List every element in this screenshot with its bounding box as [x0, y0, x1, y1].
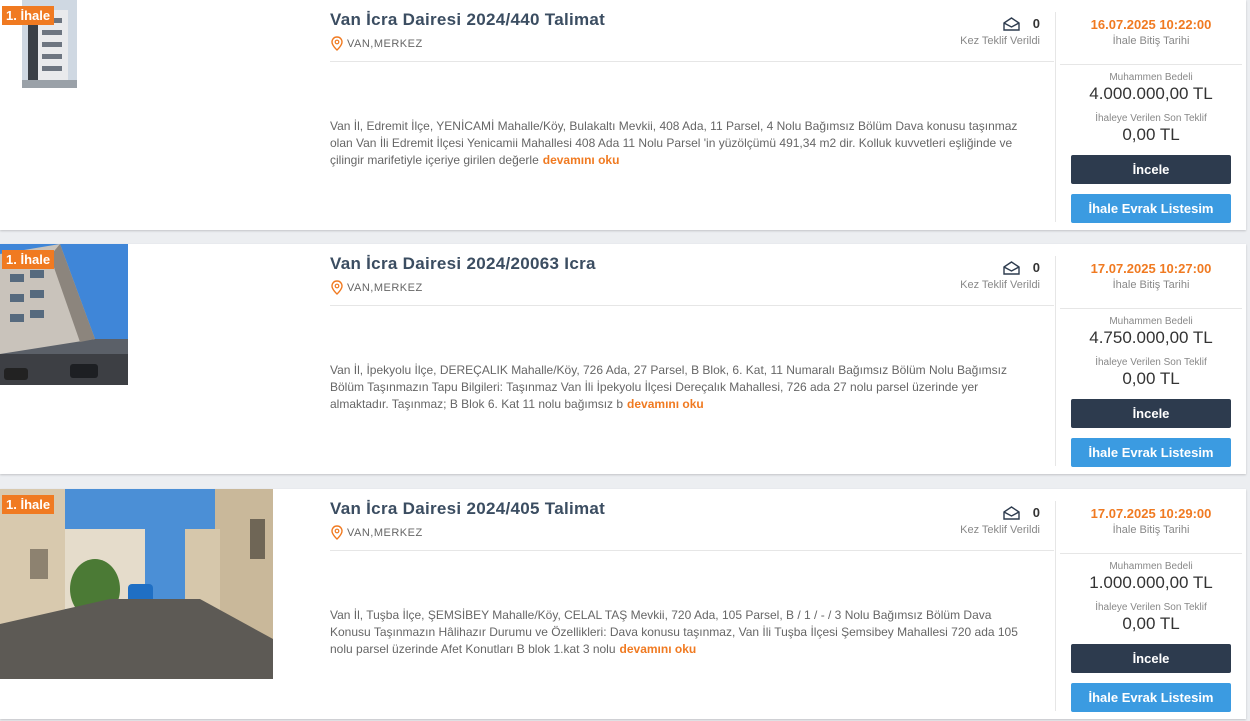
divider [330, 61, 1054, 62]
last-offer-value: 0,00 TL [1122, 125, 1180, 144]
end-date: 17.07.2025 10:29:00 [1090, 506, 1212, 521]
offer-info: 0 Kez Teklif Verildi [960, 16, 1040, 47]
map-pin-icon [331, 280, 343, 295]
auction-list: 1. İhale Van İcra Dairesi 2024/440 Talim… [0, 0, 1250, 721]
auction-documents-button[interactable]: İhale Evrak Listesim [1071, 683, 1231, 712]
auction-round-badge: 1. İhale [2, 495, 55, 514]
read-more-link[interactable]: devamını oku [620, 642, 697, 656]
offer-info: 0 Kez Teklif Verildi [960, 505, 1040, 536]
listing-title[interactable]: Van İcra Dairesi 2024/405 Talimat [330, 499, 605, 519]
read-more-link[interactable]: devamını oku [543, 153, 620, 167]
location: VAN,MERKEZ [331, 525, 423, 540]
offer-info: 0 Kez Teklif Verildi [960, 260, 1040, 291]
estimate-label: Muhammen Bedeli [1109, 561, 1193, 572]
end-date: 16.07.2025 10:22:00 [1090, 17, 1212, 32]
inspect-button[interactable]: İncele [1071, 644, 1231, 673]
auction-summary: 17.07.2025 10:27:00 İhale Bitiş Tarihi M… [1060, 244, 1242, 467]
location-text: VAN,MERKEZ [347, 281, 423, 294]
offer-count-label: Kez Teklif Verildi [960, 524, 1040, 536]
divider [330, 550, 1054, 551]
offer-count: 0 [1032, 16, 1040, 31]
inspect-button[interactable]: İncele [1071, 399, 1231, 428]
end-date-label: İhale Bitiş Tarihi [1112, 279, 1190, 291]
envelope-icon [1003, 16, 1020, 31]
estimate-value: 4.000.000,00 TL [1089, 84, 1213, 103]
listing-title[interactable]: Van İcra Dairesi 2024/440 Talimat [330, 10, 605, 30]
envelope-icon [1003, 505, 1020, 520]
envelope-icon [1003, 260, 1020, 275]
divider [1055, 12, 1056, 222]
listing-description: Van İl, Edremit İlçe, YENİCAMİ Mahalle/K… [330, 118, 1030, 169]
estimate-value: 4.750.000,00 TL [1089, 328, 1213, 347]
last-offer-label: İhaleye Verilen Son Teklif [1095, 602, 1207, 613]
estimate-label: Muhammen Bedeli [1109, 316, 1193, 327]
location-text: VAN,MERKEZ [347, 526, 423, 539]
end-date-label: İhale Bitiş Tarihi [1112, 524, 1190, 536]
listing-description: Van İl, İpekyolu İlçe, DEREÇALIK Mahalle… [330, 362, 1030, 413]
divider [1060, 308, 1242, 309]
last-offer-label: İhaleye Verilen Son Teklif [1095, 113, 1207, 124]
auction-documents-button[interactable]: İhale Evrak Listesim [1071, 194, 1231, 223]
offer-count-label: Kez Teklif Verildi [960, 35, 1040, 47]
auction-round-badge: 1. İhale [2, 6, 55, 25]
last-offer-value: 0,00 TL [1122, 369, 1180, 388]
divider [1060, 553, 1242, 554]
divider [1055, 501, 1056, 711]
description-text: Van İl, Edremit İlçe, YENİCAMİ Mahalle/K… [330, 119, 1018, 167]
offer-count-label: Kez Teklif Verildi [960, 279, 1040, 291]
auction-round-badge: 1. İhale [2, 250, 55, 269]
divider [1060, 64, 1242, 65]
map-pin-icon [331, 525, 343, 540]
divider [1055, 256, 1056, 466]
divider [330, 305, 1054, 306]
listing-description: Van İl, Tuşba İlçe, ŞEMSİBEY Mahalle/Köy… [330, 607, 1030, 658]
end-date-label: İhale Bitiş Tarihi [1112, 35, 1190, 47]
map-pin-icon [331, 36, 343, 51]
location-text: VAN,MERKEZ [347, 37, 423, 50]
auction-card: 1. İhale Van İcra Dairesi 2024/405 Talim… [0, 489, 1246, 719]
estimate-value: 1.000.000,00 TL [1089, 573, 1213, 592]
last-offer-label: İhaleye Verilen Son Teklif [1095, 357, 1207, 368]
estimate-label: Muhammen Bedeli [1109, 72, 1193, 83]
auction-card: 1. İhale Van İcra Dairesi 2024/20063 Icr… [0, 244, 1246, 474]
location: VAN,MERKEZ [331, 36, 423, 51]
offer-count: 0 [1032, 260, 1040, 275]
end-date: 17.07.2025 10:27:00 [1090, 261, 1212, 276]
listing-title[interactable]: Van İcra Dairesi 2024/20063 Icra [330, 254, 596, 274]
location: VAN,MERKEZ [331, 280, 423, 295]
listing-photo[interactable] [0, 489, 273, 679]
last-offer-value: 0,00 TL [1122, 614, 1180, 633]
offer-count: 0 [1032, 505, 1040, 520]
auction-documents-button[interactable]: İhale Evrak Listesim [1071, 438, 1231, 467]
inspect-button[interactable]: İncele [1071, 155, 1231, 184]
auction-card: 1. İhale Van İcra Dairesi 2024/440 Talim… [0, 0, 1246, 230]
auction-summary: 17.07.2025 10:29:00 İhale Bitiş Tarihi M… [1060, 489, 1242, 712]
read-more-link[interactable]: devamını oku [627, 397, 704, 411]
auction-summary: 16.07.2025 10:22:00 İhale Bitiş Tarihi M… [1060, 0, 1242, 223]
